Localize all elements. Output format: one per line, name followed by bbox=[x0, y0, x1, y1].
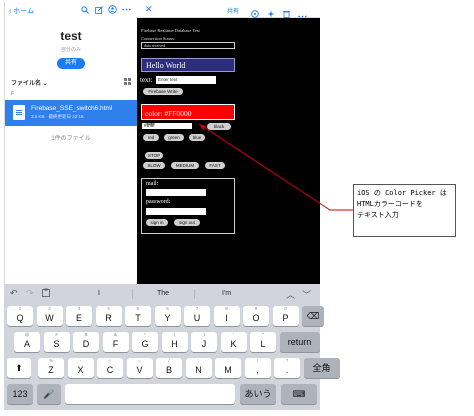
key-label: S bbox=[53, 339, 60, 349]
key-f[interactable]: & F bbox=[102, 332, 129, 352]
key-label: L bbox=[260, 339, 266, 349]
key-1[interactable]: -X bbox=[67, 358, 94, 378]
zenkaku-key[interactable]: 全角 bbox=[303, 358, 340, 378]
key-label: R bbox=[105, 313, 112, 323]
key-label: 123 bbox=[12, 389, 28, 399]
annotation-line: HTMLカラーコードを bbox=[357, 200, 423, 208]
key-8[interactable]: ?. bbox=[274, 358, 300, 378]
key-label: P bbox=[282, 313, 289, 323]
key-label: J bbox=[201, 339, 207, 349]
return-key[interactable]: return bbox=[279, 332, 320, 352]
key-e[interactable]: 3E bbox=[66, 306, 92, 326]
chevron-down-icon[interactable]: ﹀ bbox=[302, 288, 311, 301]
key-r[interactable]: 4R bbox=[95, 306, 122, 326]
key-j[interactable]: ) J bbox=[191, 332, 217, 352]
chevron-up-icon[interactable]: ︿ bbox=[286, 288, 295, 301]
key-label: 🎤 bbox=[43, 389, 55, 399]
paste-icon[interactable] bbox=[42, 288, 50, 299]
key-4[interactable]: / B bbox=[156, 358, 182, 378]
undo-icon[interactable]: ↶ bbox=[10, 288, 18, 299]
key-a[interactable]: @ A bbox=[14, 332, 40, 352]
redo-icon[interactable]: ↷ bbox=[26, 288, 34, 299]
key-label: ⌨ bbox=[292, 389, 306, 399]
key-6[interactable]: :M bbox=[215, 358, 241, 378]
annotation-line: テキスト入力 bbox=[357, 211, 399, 219]
key-y[interactable]: 6Y bbox=[154, 306, 181, 326]
key-label: U bbox=[193, 313, 201, 323]
key-k[interactable]: ' K bbox=[220, 332, 247, 352]
key-label: E bbox=[75, 313, 82, 323]
key-label: H bbox=[171, 339, 178, 349]
key-3[interactable]: = V bbox=[126, 358, 153, 378]
keyboard-dismiss-key[interactable]: ⌨ bbox=[281, 384, 317, 404]
key-l[interactable]: " L bbox=[250, 332, 276, 352]
key-t[interactable]: 5T bbox=[125, 306, 151, 326]
key-label: T bbox=[135, 313, 141, 323]
backspace-key[interactable]: ⌫ bbox=[302, 306, 324, 326]
annotation-callout: iOS の Color Picker は HTMLカラーコードを テキスト入力 bbox=[353, 184, 456, 237]
suggestion[interactable]: I'm bbox=[222, 290, 231, 297]
key-label: D bbox=[82, 339, 90, 349]
key-label: W bbox=[45, 313, 54, 323]
key-label: V bbox=[136, 365, 143, 375]
key-p[interactable]: 0P bbox=[272, 306, 299, 326]
microphone-key[interactable]: 🎤 bbox=[37, 384, 61, 404]
key-label: I bbox=[225, 313, 228, 323]
key-q[interactable]: 1Q bbox=[7, 306, 33, 326]
key-label: あいう bbox=[244, 389, 272, 399]
numbers-key[interactable]: 123 bbox=[7, 384, 33, 404]
key-label: A bbox=[23, 339, 30, 349]
key-label: Z bbox=[48, 365, 54, 375]
key-w[interactable]: 2W bbox=[36, 306, 63, 326]
key-label: return bbox=[287, 337, 312, 347]
key-7[interactable]: !, bbox=[244, 358, 271, 378]
key-label: M bbox=[224, 365, 232, 375]
key-s[interactable]: # S bbox=[43, 332, 70, 352]
key-0[interactable]: % Z bbox=[38, 358, 64, 378]
key-label: ⌫ bbox=[306, 311, 320, 321]
key-i[interactable]: 8I bbox=[213, 306, 240, 326]
key-label: ⬆ bbox=[15, 363, 23, 373]
key-label: K bbox=[230, 339, 237, 349]
suggestion[interactable]: The bbox=[157, 290, 169, 297]
key-label: O bbox=[252, 313, 260, 323]
shift-key[interactable]: ⬆ bbox=[7, 358, 31, 378]
key-label: Y bbox=[164, 313, 171, 323]
key-u[interactable]: 7U bbox=[184, 306, 210, 326]
suggestion[interactable]: I bbox=[98, 290, 100, 297]
key-g[interactable]: * G bbox=[132, 332, 158, 352]
key-2[interactable]: + C bbox=[97, 358, 123, 378]
key-label: F bbox=[112, 339, 119, 349]
key-label: C bbox=[106, 365, 114, 375]
key-label: B bbox=[165, 365, 172, 375]
key-5[interactable]: ; N bbox=[185, 358, 212, 378]
key-d[interactable]: $ D bbox=[73, 332, 99, 352]
key-label: N bbox=[195, 365, 202, 375]
key-o[interactable]: 9O bbox=[243, 306, 269, 326]
aiu-key[interactable]: あいう bbox=[240, 384, 276, 404]
key-label: 全角 bbox=[312, 363, 331, 373]
key-label: , bbox=[256, 365, 259, 375]
space-key[interactable] bbox=[65, 384, 235, 404]
key-label: Q bbox=[16, 313, 24, 323]
annotation-line: iOS の Color Picker は bbox=[357, 189, 447, 197]
keyboard: ↶ ↷ I The I'm ︿ ﹀ 1 Q 2 W 3 E 4 R 5 T 6 Y 7 U 8 I 9 O 0 P ⌫ @… bbox=[4, 284, 340, 410]
key-h[interactable]: (H bbox=[161, 332, 188, 352]
key-label: . bbox=[285, 365, 289, 375]
key-label: G bbox=[141, 339, 149, 349]
key-label: X bbox=[77, 365, 84, 375]
suggestion-bar: ↶ ↷ I The I'm ︿ ﹀ bbox=[4, 284, 320, 304]
